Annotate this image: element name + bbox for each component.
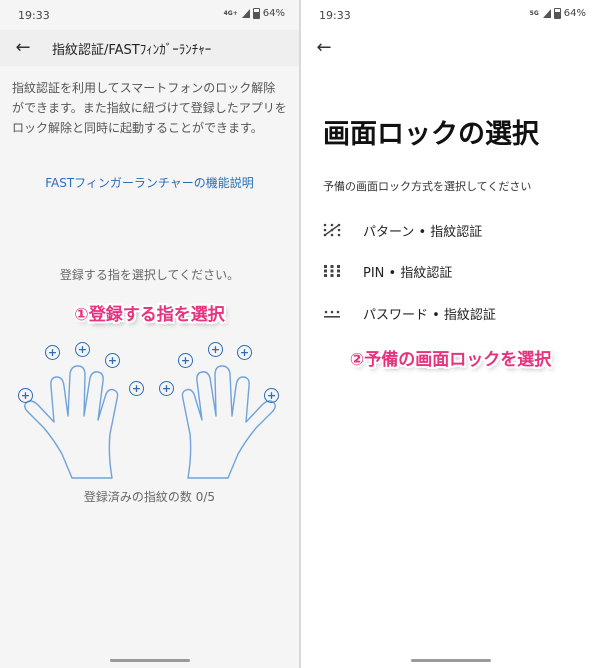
battery-level: 64% (262, 8, 285, 19)
add-finger-icon[interactable]: + (18, 388, 33, 403)
option-password[interactable]: パスワード • 指紋認証 (323, 302, 496, 324)
status-icons: 4G+ 64% (224, 8, 285, 19)
status-time: 19:33 (18, 9, 50, 22)
add-finger-icon[interactable]: + (159, 381, 174, 396)
add-finger-icon[interactable]: + (178, 353, 193, 368)
add-finger-icon[interactable]: + (45, 345, 60, 360)
fingerprint-settings-screen: 19:33 4G+ 64% ← 指紋認証/FASTﾌｨﾝｶﾞｰﾗﾝﾁｬｰ 指紋認… (0, 0, 299, 668)
arrow-back-icon[interactable]: ← (313, 37, 335, 59)
option-label: パスワード • 指紋認証 (363, 307, 496, 323)
add-finger-icon[interactable]: + (75, 342, 90, 357)
hand-finger-selector: + + + + + + + + + + (14, 336, 286, 486)
app-bar: ← 指紋認証/FASTﾌｨﾝｶﾞｰﾗﾝﾁｬｰ (0, 30, 299, 66)
page-title: 画面ロックの選択 (323, 119, 539, 150)
gesture-nav-bar[interactable] (410, 659, 491, 662)
screen-lock-select-screen: 19:33 5G 64% ← 画面ロックの選択 予備の画面ロック方式を選択してく… (301, 0, 600, 668)
add-finger-icon[interactable]: + (105, 353, 120, 368)
feature-description-link[interactable]: FASTフィンガーランチャーの機能説明 (0, 174, 299, 191)
status-bar: 19:33 5G 64% (301, 0, 600, 30)
pin-icon (324, 265, 340, 277)
add-finger-icon[interactable]: + (237, 345, 252, 360)
signal-icon (241, 9, 250, 18)
signal-icon (542, 9, 551, 18)
select-finger-prompt: 登録する指を選択してください。 (59, 268, 240, 282)
option-pin[interactable]: PIN • 指紋認証 (323, 260, 452, 282)
option-pattern[interactable]: パターン • 指紋認証 (323, 219, 482, 241)
status-time: 19:33 (319, 9, 351, 22)
battery-icon (553, 8, 561, 19)
battery-icon (252, 8, 260, 19)
battery-level: 64% (563, 8, 586, 19)
annotation-select-finger: ①登録する指を選択 (74, 305, 225, 325)
page-title: 指紋認証/FASTﾌｨﾝｶﾞｰﾗﾝﾁｬｰ (52, 43, 212, 58)
option-label: PIN • 指紋認証 (363, 265, 453, 281)
option-label: パターン • 指紋認証 (363, 224, 483, 240)
status-icons: 5G 64% (530, 8, 586, 19)
add-finger-icon[interactable]: + (129, 381, 144, 396)
pattern-icon (323, 223, 341, 237)
arrow-back-icon[interactable]: ← (12, 37, 34, 59)
network-type: 4G+ (223, 10, 238, 17)
add-finger-icon[interactable]: + (208, 342, 223, 357)
fingerprint-count: 登録済みの指紋の数 0/5 (83, 490, 216, 504)
annotation-select-backup-lock: ②予備の画面ロックを選択 (349, 350, 552, 370)
network-type: 5G (529, 10, 539, 17)
page-subtitle: 予備の画面ロック方式を選択してください (323, 180, 532, 193)
app-bar: ← (301, 30, 600, 66)
gesture-nav-bar[interactable] (109, 659, 190, 662)
fingerprint-description: 指紋認証を利用してスマートフォンのロック解除ができます。また指紋に紐づけて登録し… (12, 81, 287, 135)
add-finger-icon[interactable]: + (264, 388, 279, 403)
status-bar: 19:33 4G+ 64% (0, 0, 299, 30)
password-icon (324, 310, 340, 318)
